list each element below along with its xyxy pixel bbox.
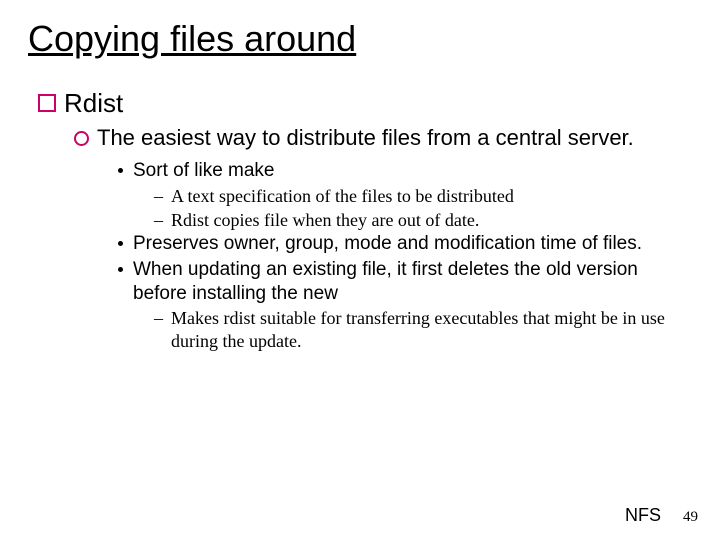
bullet-text: A text specification of the files to be … <box>171 185 514 208</box>
footer-label: NFS <box>625 505 661 526</box>
bullet-level2: The easiest way to distribute files from… <box>74 125 692 151</box>
circle-bullet-icon <box>74 131 89 146</box>
bullet-text: Makes rdist suitable for transferring ex… <box>171 307 692 352</box>
bullet-level1: Rdist <box>38 88 692 119</box>
bullet-level4: – Rdist copies file when they are out of… <box>154 209 692 232</box>
bullet-text: Rdist copies file when they are out of d… <box>171 209 479 232</box>
bullet-text: Sort of like make <box>133 159 275 183</box>
bullet-level4: – Makes rdist suitable for transferring … <box>154 307 692 352</box>
dash-bullet-icon: – <box>154 185 163 208</box>
bullet-text: The easiest way to distribute files from… <box>97 125 634 151</box>
slide: Copying files around Rdist The easiest w… <box>0 0 720 540</box>
disc-bullet-icon <box>118 168 123 173</box>
square-bullet-icon <box>38 94 56 112</box>
slide-number: 49 <box>683 509 698 526</box>
bullet-text: Rdist <box>64 88 123 119</box>
slide-footer: NFS 49 <box>625 505 698 526</box>
disc-bullet-icon <box>118 241 123 246</box>
bullet-level4: – A text specification of the files to b… <box>154 185 692 208</box>
bullet-level3: When updating an existing file, it first… <box>118 258 692 306</box>
bullet-text: When updating an existing file, it first… <box>133 258 692 306</box>
slide-title: Copying files around <box>28 18 692 60</box>
dash-bullet-icon: – <box>154 209 163 232</box>
bullet-level3: Sort of like make <box>118 159 692 183</box>
bullet-text: Preserves owner, group, mode and modific… <box>133 232 642 256</box>
disc-bullet-icon <box>118 267 123 272</box>
dash-bullet-icon: – <box>154 307 163 330</box>
bullet-level3: Preserves owner, group, mode and modific… <box>118 232 692 256</box>
